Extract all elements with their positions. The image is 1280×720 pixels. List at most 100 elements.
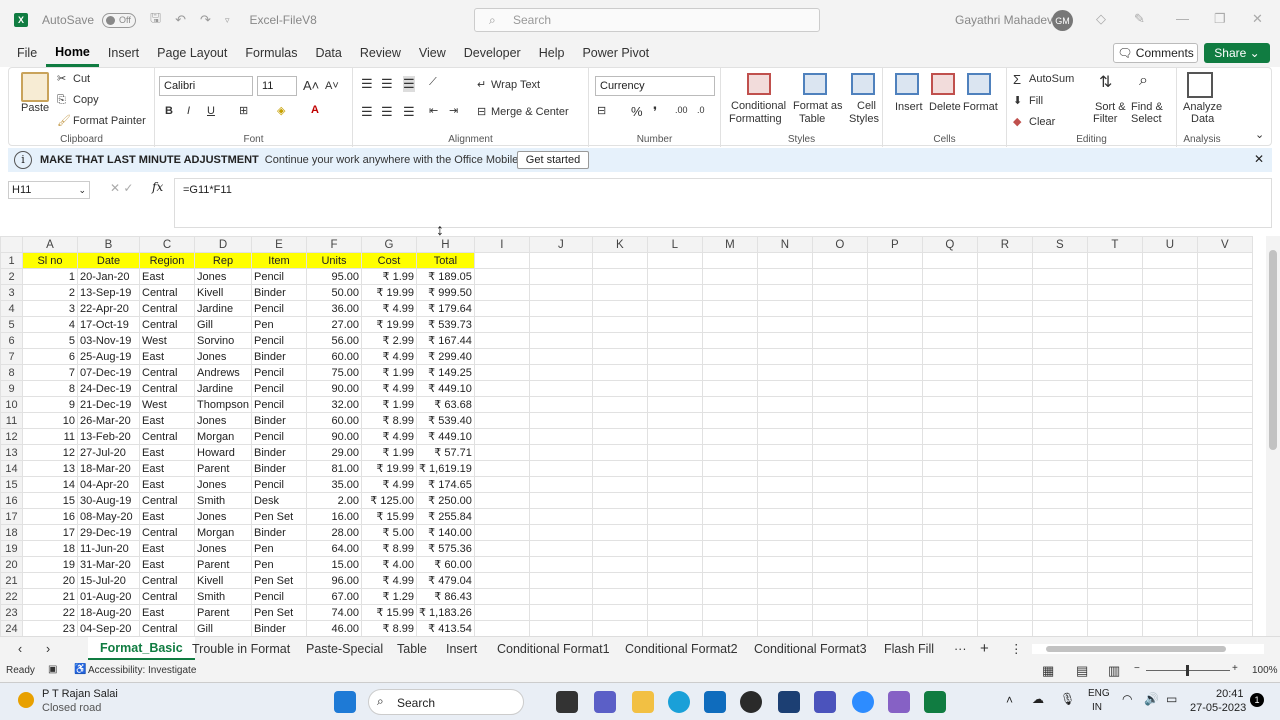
cell[interactable] <box>646 508 703 525</box>
cell[interactable] <box>701 572 758 589</box>
cell[interactable] <box>756 556 813 573</box>
cell[interactable]: ₹ 1.99 <box>360 268 417 285</box>
cell[interactable]: East <box>139 476 195 493</box>
cell[interactable] <box>473 444 530 461</box>
cell[interactable] <box>591 492 648 509</box>
cell[interactable]: 13-Sep-19 <box>77 284 140 301</box>
cell[interactable] <box>701 364 758 381</box>
cell[interactable] <box>921 332 978 349</box>
cell[interactable] <box>528 524 593 541</box>
cell[interactable] <box>646 620 703 636</box>
cell[interactable]: 20 <box>22 572 78 589</box>
cell[interactable]: ₹ 8.99 <box>360 620 417 636</box>
cell[interactable] <box>976 284 1033 301</box>
cell[interactable] <box>1141 428 1198 445</box>
task-view-icon[interactable] <box>556 691 578 713</box>
cell[interactable]: ₹ 174.65 <box>415 476 475 493</box>
row-header[interactable]: 4 <box>0 300 23 317</box>
cell[interactable] <box>921 524 978 541</box>
cell[interactable] <box>1086 492 1143 509</box>
cell[interactable] <box>921 380 978 397</box>
row-header[interactable]: 24 <box>0 620 23 636</box>
cell[interactable] <box>701 348 758 365</box>
cell[interactable] <box>473 348 530 365</box>
cell[interactable] <box>473 364 530 381</box>
cell[interactable]: Jones <box>194 508 252 525</box>
cell[interactable] <box>1141 396 1198 413</box>
mic-icon[interactable]: 🎙 <box>1060 692 1075 706</box>
cell[interactable]: Central <box>139 380 195 397</box>
cell[interactable]: ₹ 479.04 <box>415 572 475 589</box>
cell[interactable] <box>811 476 868 493</box>
cell[interactable] <box>701 268 758 285</box>
cell[interactable] <box>1141 620 1198 636</box>
cell[interactable] <box>591 572 648 589</box>
cell[interactable]: 11-Jun-20 <box>77 540 140 557</box>
cell[interactable] <box>1196 252 1253 269</box>
cell[interactable]: Binder <box>250 412 307 429</box>
cell[interactable]: 96.00 <box>305 572 362 589</box>
cell[interactable] <box>866 540 923 557</box>
redo-icon[interactable]: ↷ <box>200 12 211 28</box>
restore-icon[interactable]: ❐ <box>1214 11 1226 27</box>
options-icon[interactable]: ⋮ <box>1010 637 1023 661</box>
column-header-e[interactable]: E <box>250 236 307 253</box>
cell[interactable] <box>866 460 923 477</box>
cell[interactable] <box>866 364 923 381</box>
cell[interactable]: Central <box>139 492 195 509</box>
cell[interactable]: 81.00 <box>305 460 362 477</box>
cell[interactable] <box>1196 556 1253 573</box>
cell[interactable] <box>756 300 813 317</box>
cell[interactable] <box>866 604 923 621</box>
cell[interactable] <box>473 428 530 445</box>
cell[interactable]: Thompson <box>194 396 252 413</box>
cell[interactable] <box>921 300 978 317</box>
cell[interactable] <box>701 540 758 557</box>
cell[interactable]: 22 <box>22 604 78 621</box>
cell[interactable] <box>646 428 703 445</box>
cell[interactable] <box>528 572 593 589</box>
row-header[interactable]: 14 <box>0 460 23 477</box>
align-left-icon[interactable]: ☰ <box>361 104 373 120</box>
row-header[interactable]: 22 <box>0 588 23 605</box>
cell[interactable]: 07-Dec-19 <box>77 364 140 381</box>
cell[interactable] <box>866 620 923 636</box>
copy-button[interactable]: Copy <box>73 94 99 106</box>
cell[interactable]: ₹ 8.99 <box>360 540 417 557</box>
cell[interactable]: Parent <box>194 460 252 477</box>
cell[interactable] <box>1031 572 1088 589</box>
cell[interactable] <box>1031 604 1088 621</box>
zoom-app-icon[interactable] <box>852 691 874 713</box>
cell[interactable]: ₹ 125.00 <box>360 492 417 509</box>
row-header[interactable]: 16 <box>0 492 23 509</box>
cell[interactable]: Gill <box>194 316 252 333</box>
visual-studio-icon[interactable] <box>888 691 910 713</box>
cell[interactable] <box>1031 300 1088 317</box>
cell[interactable]: 90.00 <box>305 380 362 397</box>
clear-button[interactable]: Clear <box>1029 116 1055 128</box>
edge-icon[interactable] <box>668 691 690 713</box>
cell[interactable] <box>1196 620 1253 636</box>
cell[interactable]: 18 <box>22 540 78 557</box>
analyze-data-icon[interactable] <box>1187 72 1213 98</box>
sort-filter-icon[interactable]: ⇅ <box>1099 72 1112 92</box>
cell[interactable] <box>921 268 978 285</box>
cell[interactable] <box>1031 396 1088 413</box>
cell[interactable]: 31-Mar-20 <box>77 556 140 573</box>
zoom-slider-thumb[interactable] <box>1186 665 1189 676</box>
cell[interactable] <box>1196 540 1253 557</box>
cell[interactable] <box>1031 588 1088 605</box>
cell[interactable]: Parent <box>194 556 252 573</box>
cell[interactable] <box>976 332 1033 349</box>
cell[interactable] <box>646 524 703 541</box>
cell[interactable]: Date <box>77 252 140 269</box>
cell[interactable] <box>473 268 530 285</box>
underline-button[interactable]: U <box>207 105 215 117</box>
cell[interactable] <box>701 460 758 477</box>
cell[interactable] <box>473 540 530 557</box>
add-sheet-icon[interactable]: + <box>980 637 989 661</box>
cell[interactable] <box>1086 524 1143 541</box>
cell[interactable] <box>756 348 813 365</box>
cell[interactable] <box>591 444 648 461</box>
comma-icon[interactable]: ❜ <box>653 104 657 120</box>
